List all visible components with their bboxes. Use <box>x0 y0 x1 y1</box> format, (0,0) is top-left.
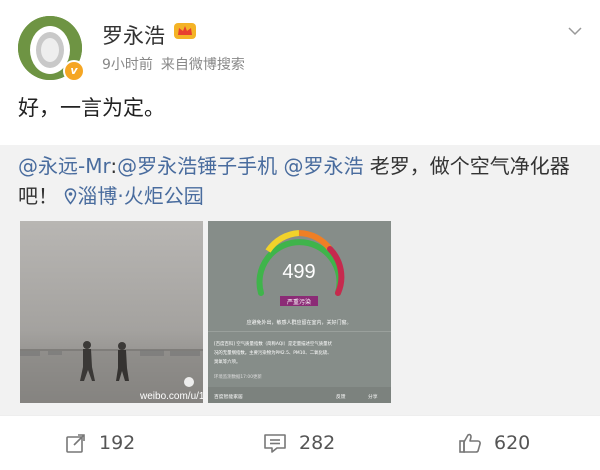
crown-icon <box>174 23 196 39</box>
aqi-footer-left: 百度智能家居 <box>214 393 243 400</box>
repost-button[interactable]: 192 <box>65 432 135 454</box>
username[interactable]: 罗永浩 <box>102 20 165 50</box>
mention-link[interactable]: @罗永浩锤子手机 <box>117 154 277 178</box>
post-meta: 9小时前 来自微博搜索 <box>102 54 245 74</box>
photo-aqi-app[interactable]: 499 严重污染 应避免外出，敏感人群应留在室内，关好门窗。 [百度百科] 空气… <box>208 221 391 403</box>
like-button[interactable]: 620 <box>458 432 530 454</box>
aqi-value: 499 <box>282 261 315 283</box>
aqi-info-2: 况的无量纲指数。主要污染物为PM2.5、PM10、二氧化硫、 <box>214 349 332 356</box>
thumbs-up-icon <box>459 433 481 453</box>
like-count: 620 <box>494 432 531 454</box>
repost-count: 192 <box>99 432 136 454</box>
mention-link[interactable]: @永远-Mr <box>18 154 110 178</box>
verified-badge-icon: v <box>63 60 85 82</box>
location-text: 淄博·火炬公园 <box>77 184 204 208</box>
comment-count: 282 <box>299 432 336 454</box>
repost-text: @永远-Mr:@罗永浩锤子手机 @罗永浩 老罗，做个空气净化器吧！ 淄博·火炬公… <box>18 151 578 211</box>
aqi-updated: 环境监测数据17:00更新 <box>214 373 262 380</box>
repost-card[interactable]: @永远-Mr:@罗永浩锤子手机 @罗永浩 老罗，做个空气净化器吧！ 淄博·火炬公… <box>0 145 600 415</box>
aqi-info-3: 臭氧等六项。 <box>214 358 240 365</box>
post-header: v 罗永浩 9小时前 来自微博搜索 <box>0 0 600 90</box>
comment-icon <box>264 434 286 453</box>
watermark-text: weibo.com/u/189 <box>139 391 203 402</box>
location-link[interactable]: 淄博·火炬公园 <box>64 184 204 208</box>
aqi-footer-right: 分享 <box>368 393 378 400</box>
mention-link[interactable]: @罗永浩 <box>283 154 363 178</box>
aqi-footer-mid: 反馈 <box>336 393 346 400</box>
aqi-info-1: [百度百科] 空气质量指数（简称AQI）是定量描述空气质量状 <box>214 340 332 347</box>
aqi-level: 严重污染 <box>287 298 311 306</box>
comment-button[interactable]: 282 <box>263 432 335 454</box>
location-pin-icon <box>65 188 77 205</box>
repost-icon <box>66 434 85 453</box>
post-source[interactable]: 来自微博搜索 <box>161 57 245 73</box>
aqi-advice: 应避免外出，敏感人群应留在室内，关好门窗。 <box>246 319 351 326</box>
action-bar: 192 282 620 <box>0 416 600 470</box>
photo-smog-street[interactable]: weibo.com/u/189 <box>20 221 203 403</box>
post-text: 好，一言为定。 <box>18 96 165 120</box>
chevron-down-icon[interactable] <box>568 26 582 36</box>
post-time: 9小时前 <box>102 57 153 73</box>
